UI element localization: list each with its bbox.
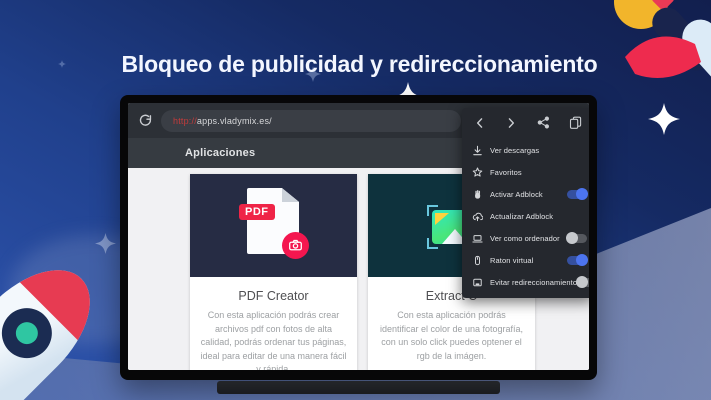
address-bar[interactable]: http://apps.vladymix.es/ <box>161 110 461 132</box>
menu-item-label: Raton virtual <box>490 256 533 265</box>
download-icon <box>472 145 483 156</box>
app-description: Con esta aplicación podrás crear archivo… <box>199 309 348 370</box>
menu-item-evitar-redireccionamiento[interactable]: Evitar redireccionamiento <box>462 271 589 293</box>
mouse-icon <box>472 255 483 266</box>
cloud-upload-icon <box>472 211 483 222</box>
menu-item-label: Evitar redireccionamiento <box>490 278 577 287</box>
sparkle-icon <box>648 103 680 135</box>
promo-banner: Bloqueo de publicidad y redireccionamien… <box>0 0 711 400</box>
menu-item-actualizar-adblock[interactable]: Actualizar Adblock <box>462 205 589 227</box>
star-icon <box>472 167 483 178</box>
tablet-mockup: http://apps.vladymix.es/ Aplicaciones PD… <box>120 95 597 380</box>
forward-icon[interactable] <box>505 116 517 134</box>
window-redirect-icon <box>472 277 483 288</box>
menu-item-label: Ver como ordenador <box>490 234 560 243</box>
menu-item-ver-como-ordenador[interactable]: Ver como ordenador <box>462 227 589 249</box>
sparkle-icon <box>95 233 116 254</box>
menu-item-label: Ver descargas <box>490 146 539 155</box>
menu-item-label: Activar Adblock <box>490 190 543 199</box>
share-icon[interactable] <box>537 116 550 134</box>
menu-item-label: Favoritos <box>490 168 522 177</box>
tabs-icon[interactable] <box>569 116 582 134</box>
pdf-creator-artwork: PDF <box>190 174 357 277</box>
adblock-toggle[interactable] <box>567 190 587 199</box>
virtual-mouse-toggle[interactable] <box>567 256 587 265</box>
redirect-block-toggle[interactable] <box>577 278 589 287</box>
url-host: apps.vladymix.es/ <box>197 116 272 126</box>
browser-menu: Ver descargas Favoritos <box>462 108 589 298</box>
app-title: PDF Creator <box>199 289 348 303</box>
app-card-pdf-creator[interactable]: PDF PDF Creator Con esta aplicación podr… <box>190 174 357 370</box>
desktop-mode-toggle[interactable] <box>567 234 587 243</box>
computer-icon <box>472 233 483 244</box>
menu-item-ver-descargas[interactable]: Ver descargas <box>462 139 589 161</box>
pdf-badge: PDF <box>239 204 275 220</box>
app-description: Con esta aplicación podrás identificar e… <box>377 309 526 363</box>
menu-item-activar-adblock[interactable]: Activar Adblock <box>462 183 589 205</box>
url-scheme: http:// <box>173 116 197 126</box>
section-title: Aplicaciones <box>185 147 255 159</box>
menu-shortcut-row <box>462 110 589 139</box>
tablet-stand <box>217 381 500 394</box>
camera-icon <box>282 232 309 259</box>
browser-screen: http://apps.vladymix.es/ Aplicaciones PD… <box>128 103 589 370</box>
back-icon[interactable] <box>474 116 486 134</box>
hand-stop-icon <box>472 189 483 200</box>
refresh-icon[interactable] <box>138 113 153 128</box>
card-body: PDF Creator Con esta aplicación podrás c… <box>190 277 357 370</box>
menu-item-raton-virtual[interactable]: Raton virtual <box>462 249 589 271</box>
menu-item-favoritos[interactable]: Favoritos <box>462 161 589 183</box>
page-title: Bloqueo de publicidad y redireccionamien… <box>4 51 711 78</box>
menu-item-label: Actualizar Adblock <box>490 212 553 221</box>
